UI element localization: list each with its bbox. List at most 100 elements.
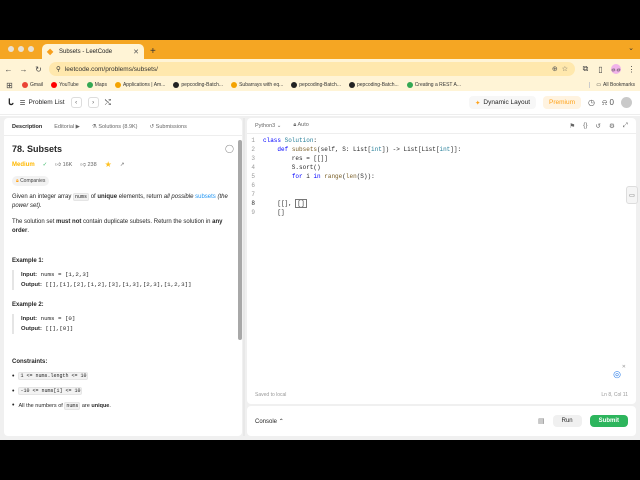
forward-icon[interactable]: → bbox=[19, 65, 28, 74]
settings-gear-icon[interactable]: ⚙ bbox=[609, 122, 615, 130]
tab-description[interactable]: Description bbox=[12, 124, 42, 130]
site-info-icon[interactable]: ⚲ bbox=[56, 65, 61, 73]
address-bar[interactable]: ⚲ leetcode.com/problems/subsets/ ⊕ ☆ bbox=[49, 62, 575, 76]
history-icon: ↺ bbox=[149, 123, 155, 130]
bookmark-subarrays[interactable]: Subarrays with eq... bbox=[231, 82, 283, 88]
amazon-icon bbox=[114, 82, 121, 88]
notifications-button[interactable]: ⍾ 0 bbox=[602, 98, 614, 108]
thumbs-up-icon: 👍︎ bbox=[55, 161, 62, 168]
run-button[interactable]: Run bbox=[552, 415, 582, 427]
bookmark-applications[interactable]: Applications | Am... bbox=[114, 82, 165, 88]
example-2-title: Example 2: bbox=[12, 302, 44, 308]
side-panel-widget-icon[interactable]: ▭ bbox=[626, 186, 638, 204]
tab-submissions[interactable]: ↺ Submissions bbox=[150, 124, 187, 130]
video-icon: ▶ bbox=[75, 123, 80, 130]
console-toggle[interactable]: Console ⌃ bbox=[255, 418, 284, 425]
bell-icon: ⍾ bbox=[602, 97, 608, 107]
problem-list-button[interactable]: ☰ Problem List bbox=[20, 99, 65, 107]
code-area[interactable]: 1 class Solution: 2 def subsets(self, S: … bbox=[247, 136, 636, 386]
bookmark-maps[interactable]: Maps bbox=[86, 82, 107, 88]
user-avatar[interactable] bbox=[621, 97, 632, 108]
extensions-icon[interactable]: ⧉ bbox=[581, 64, 590, 74]
auto-mode-toggle[interactable]: 🔒︎ Auto bbox=[293, 122, 309, 129]
dynamic-layout-button[interactable]: ✦ Dynamic Layout bbox=[468, 96, 537, 109]
shuffle-icon[interactable]: ⤭ bbox=[105, 98, 111, 108]
tab-title: Subsets - LeetCode bbox=[59, 48, 113, 55]
github-icon bbox=[173, 82, 180, 88]
braces-icon[interactable]: {} bbox=[583, 122, 587, 130]
dislike-button[interactable]: 👎︎ 238 bbox=[80, 162, 96, 168]
panel-resize-handle[interactable] bbox=[243, 118, 245, 436]
notes-icon[interactable]: ▤ bbox=[538, 417, 545, 425]
url-text[interactable]: leetcode.com/problems/subsets/ bbox=[65, 66, 548, 73]
reload-icon[interactable]: ↻ bbox=[34, 65, 43, 74]
apps-icon[interactable]: ⊞ bbox=[5, 81, 14, 90]
bookmarks-bar: ⊞ Gmail YouTube Maps Applications | Am..… bbox=[0, 79, 640, 91]
code-line: 7 bbox=[251, 191, 255, 198]
text-cursor-selection: [] bbox=[295, 199, 307, 208]
cursor-position: Ln 8, Col 11 bbox=[601, 392, 628, 398]
list-item: 1 <= nums.length <= 10 bbox=[12, 372, 234, 380]
browser-tab[interactable]: ◆ Subsets - LeetCode ✕ bbox=[42, 44, 144, 59]
code-line-current: 8 [[], [] bbox=[251, 199, 307, 208]
like-button[interactable]: 👍︎ 16K bbox=[55, 162, 72, 168]
premium-button[interactable]: Premium bbox=[543, 96, 582, 109]
folder-icon: ▭ bbox=[596, 82, 602, 88]
tab-search-icon[interactable]: ⌄ bbox=[628, 44, 634, 52]
maps-icon bbox=[86, 82, 93, 88]
tab-editorial[interactable]: Editorial ▶ bbox=[54, 124, 80, 130]
maximize-window-button[interactable] bbox=[28, 46, 34, 52]
minimize-window-button[interactable] bbox=[18, 46, 24, 52]
subsets-link[interactable]: subsets bbox=[193, 194, 216, 200]
description-scrollbar[interactable] bbox=[238, 140, 242, 340]
chevron-down-icon: ⌄ bbox=[276, 122, 282, 129]
extension-icon[interactable]: ⊕ bbox=[552, 65, 558, 73]
difficulty-badge: Medium bbox=[12, 161, 35, 168]
chevron-up-icon: ⌃ bbox=[278, 418, 284, 425]
bookmark-pepcoding-2[interactable]: pepcoding-Batch... bbox=[291, 82, 341, 88]
reset-icon[interactable]: ↺ bbox=[596, 122, 601, 130]
editor-toolbar: Python3 ⌄ 🔒︎ Auto ⚑ {} ↺ ⚙ ⤢ bbox=[247, 118, 636, 134]
share-icon[interactable]: ↗ bbox=[120, 162, 125, 168]
side-panel-icon[interactable]: ▯ bbox=[596, 65, 605, 74]
window-controls bbox=[0, 46, 42, 59]
companies-tag[interactable]: 🔒︎ Companies bbox=[12, 176, 50, 186]
tab-solutions[interactable]: ⚗ Solutions (8.9K) bbox=[92, 124, 138, 130]
lock-icon: 🔒︎ bbox=[293, 122, 297, 128]
description-panel: Description Editorial ▶ ⚗ Solutions (8.9… bbox=[4, 118, 242, 436]
back-icon[interactable]: ← bbox=[4, 65, 13, 74]
example-1-title: Example 1: bbox=[12, 258, 44, 264]
solved-status-icon: ◯ bbox=[225, 143, 234, 153]
bookmark-icon[interactable]: ⚑ bbox=[569, 122, 575, 130]
close-icon[interactable]: ✕ bbox=[622, 364, 626, 370]
leetcode-logo-icon[interactable]: ᒐ bbox=[8, 97, 14, 108]
flask-icon: ⚗ bbox=[91, 123, 97, 130]
language-selector[interactable]: Python3 ⌄ bbox=[255, 123, 281, 129]
streak-clock-icon[interactable]: ◷ bbox=[588, 98, 595, 107]
submit-button[interactable]: Submit bbox=[589, 415, 628, 427]
chat-assistant-icon[interactable]: ◎ bbox=[613, 369, 621, 380]
next-problem-button[interactable]: › bbox=[87, 97, 99, 108]
bookmark-youtube[interactable]: YouTube bbox=[51, 82, 79, 88]
bookmark-pepcoding-1[interactable]: pepcoding-Batch... bbox=[173, 82, 223, 88]
constraints-title: Constraints: bbox=[12, 359, 48, 365]
leetcode-icon bbox=[231, 82, 238, 88]
code-line: 2 def subsets(self, S: List[int]) -> Lis… bbox=[251, 146, 462, 153]
all-bookmarks[interactable]: ▭ All Bookmarks bbox=[589, 82, 635, 88]
code-line: 9 [] bbox=[251, 209, 285, 216]
bookmark-rest-api[interactable]: Creating a REST A... bbox=[406, 82, 461, 88]
prev-problem-button[interactable]: ‹ bbox=[70, 97, 82, 108]
favorite-star-icon[interactable]: ★ bbox=[105, 160, 112, 169]
console-bar: Console ⌃ ▤ Run Submit bbox=[247, 406, 636, 436]
bookmark-star-icon[interactable]: ☆ bbox=[562, 65, 568, 73]
fullscreen-icon[interactable]: ⤢ bbox=[623, 122, 628, 130]
close-tab-icon[interactable]: ✕ bbox=[133, 48, 139, 56]
new-tab-button[interactable]: + bbox=[150, 46, 156, 57]
profile-avatar[interactable]: @.@ bbox=[611, 64, 621, 74]
close-window-button[interactable] bbox=[8, 46, 14, 52]
bookmark-pepcoding-3[interactable]: pepcoding-Batch... bbox=[348, 82, 399, 88]
menu-icon[interactable]: ⋮ bbox=[627, 65, 636, 74]
thumbs-down-icon: 👎︎ bbox=[80, 161, 86, 168]
bookmark-gmail[interactable]: Gmail bbox=[22, 82, 43, 88]
browser-window: ◆ Subsets - LeetCode ✕ + ⌄ ← → ↻ ⚲ leetc… bbox=[0, 40, 640, 440]
